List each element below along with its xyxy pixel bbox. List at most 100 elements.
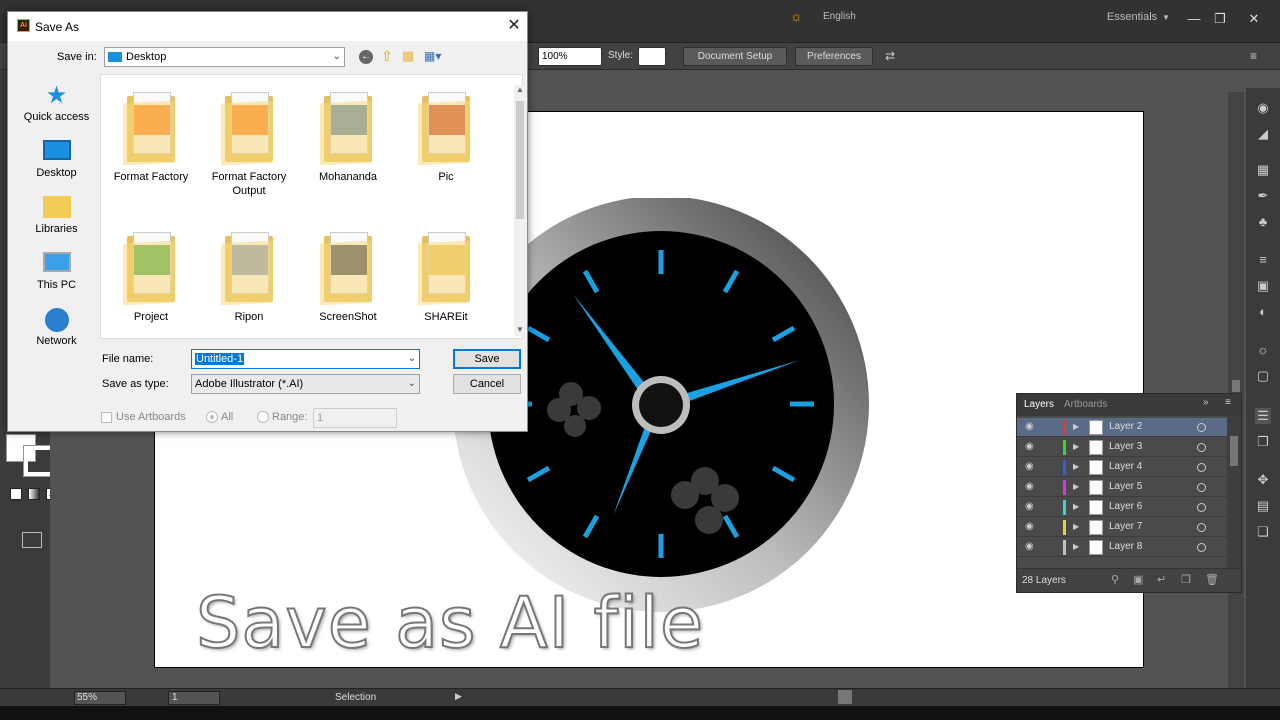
expand-arrow-icon[interactable]: ▶ [1073, 462, 1079, 471]
minimize-button[interactable]: — [1180, 8, 1208, 30]
target-icon[interactable] [1197, 483, 1206, 492]
preferences-button[interactable]: Preferences [795, 47, 873, 66]
collapse-icon[interactable]: » [1203, 397, 1209, 408]
scroll-down-icon[interactable]: ▼ [516, 325, 524, 334]
cancel-button[interactable]: Cancel [453, 374, 521, 394]
folder-item[interactable]: Format Factory Output [201, 88, 297, 198]
style-swatch[interactable] [638, 47, 666, 66]
color-mode-icon[interactable] [10, 488, 22, 500]
scroll-thumb[interactable] [516, 101, 524, 219]
file-name-input[interactable]: Untitled-1 ⌄ [191, 349, 420, 369]
expand-arrow-icon[interactable]: ▶ [1073, 442, 1079, 451]
image-trace-icon[interactable]: ◢ [1255, 126, 1271, 142]
close-window-button[interactable]: ✕ [1240, 8, 1268, 30]
all-radio[interactable] [206, 411, 218, 423]
layer-name[interactable]: Layer 4 [1109, 461, 1142, 472]
layer-name[interactable]: Layer 5 [1109, 481, 1142, 492]
target-icon[interactable] [1197, 443, 1206, 452]
tab-artboards[interactable]: Artboards [1064, 399, 1107, 410]
gradient-icon[interactable]: ▣ [1255, 278, 1271, 294]
place-libraries[interactable]: Libraries [13, 196, 100, 235]
place-this-pc[interactable]: This PC [13, 252, 100, 291]
symbols-icon[interactable]: ♣ [1255, 214, 1271, 230]
place-quick-access[interactable]: ★ Quick access [13, 84, 100, 124]
back-icon[interactable]: ← [359, 50, 373, 64]
swatches-icon[interactable]: ▦ [1255, 162, 1271, 178]
pathfinder-icon[interactable]: ❏ [1255, 524, 1271, 540]
visibility-eye-icon[interactable]: ◉ [1025, 501, 1034, 512]
layer-name[interactable]: Layer 3 [1109, 441, 1142, 452]
folder-item[interactable]: Format Factory [103, 88, 199, 184]
opacity-field[interactable]: 100% [538, 47, 602, 66]
status-menu-icon[interactable]: ▶ [455, 691, 462, 702]
expand-arrow-icon[interactable]: ▶ [1073, 522, 1079, 531]
target-icon[interactable] [1197, 423, 1206, 432]
layer-row[interactable]: ◉ ▶ Layer 5 [1017, 478, 1227, 497]
close-dialog-button[interactable]: ✕ [503, 16, 525, 36]
graphic-styles-icon[interactable]: ▢ [1255, 368, 1271, 384]
folder-item[interactable]: Mohananda [300, 88, 396, 184]
screen-mode-icon[interactable] [22, 532, 42, 548]
arrange-icon[interactable]: ⇄ [885, 49, 895, 63]
save-in-dropdown[interactable]: Desktop ⌄ [104, 47, 345, 67]
folder-item[interactable]: Pic [398, 88, 494, 184]
artboard-number-field[interactable]: 1 [168, 691, 220, 705]
layer-row[interactable]: ◉ ▶ Layer 7 [1017, 518, 1227, 537]
layer-name[interactable]: Layer 7 [1109, 521, 1142, 532]
scroll-thumb[interactable] [1230, 436, 1238, 466]
folder-item[interactable]: ScreenShot [300, 228, 396, 324]
range-radio[interactable] [257, 411, 269, 423]
color-guide-icon[interactable]: ◉ [1255, 100, 1271, 116]
target-icon[interactable] [1197, 463, 1206, 472]
visibility-eye-icon[interactable]: ◉ [1025, 521, 1034, 532]
target-icon[interactable] [1197, 523, 1206, 532]
layer-row[interactable]: ◉ ▶ Layer 4 [1017, 458, 1227, 477]
bridge-icon[interactable]: ☼ [790, 8, 803, 24]
folder-item[interactable]: SHAREit [398, 228, 494, 324]
visibility-eye-icon[interactable]: ◉ [1025, 481, 1034, 492]
layer-name[interactable]: Layer 2 [1109, 421, 1142, 432]
transform-icon[interactable]: ✥ [1255, 472, 1271, 488]
expand-arrow-icon[interactable]: ▶ [1073, 482, 1079, 491]
clipping-mask-icon[interactable]: ▣ [1133, 573, 1143, 586]
expand-arrow-icon[interactable]: ▶ [1073, 502, 1079, 511]
use-artboards-checkbox[interactable] [101, 412, 112, 423]
layers-icon[interactable]: ☰ [1255, 408, 1271, 424]
place-desktop[interactable]: Desktop [13, 140, 100, 179]
locate-object-icon[interactable]: ⚲ [1111, 573, 1119, 586]
appearance-icon[interactable]: ☼ [1255, 342, 1271, 358]
restore-button[interactable]: ❐ [1206, 8, 1234, 30]
vertical-scrollbar[interactable] [1228, 92, 1244, 688]
layer-name[interactable]: Layer 8 [1109, 541, 1142, 552]
chevron-down-icon[interactable]: ▼ [1162, 13, 1170, 22]
stroke-icon[interactable]: ≡ [1255, 252, 1271, 268]
target-icon[interactable] [1197, 503, 1206, 512]
align-icon[interactable]: ▤ [1255, 498, 1271, 514]
visibility-eye-icon[interactable]: ◉ [1025, 421, 1034, 432]
file-list-scrollbar[interactable]: ▲ ▼ [514, 85, 526, 336]
layer-name[interactable]: Layer 6 [1109, 501, 1142, 512]
scroll-up-icon[interactable]: ▲ [516, 85, 524, 94]
expand-arrow-icon[interactable]: ▶ [1073, 542, 1079, 551]
new-layer-icon[interactable]: ❐ [1181, 573, 1191, 586]
layer-row[interactable]: ◉ ▶ Layer 6 [1017, 498, 1227, 517]
document-setup-button[interactable]: Document Setup [683, 47, 787, 66]
layers-scrollbar[interactable] [1227, 416, 1241, 568]
trash-icon[interactable]: 🗑 [1205, 573, 1219, 586]
target-icon[interactable] [1197, 543, 1206, 552]
tab-layers[interactable]: Layers [1024, 399, 1054, 410]
artboards-icon[interactable]: ❐ [1255, 434, 1271, 450]
save-button[interactable]: Save [453, 349, 521, 369]
visibility-eye-icon[interactable]: ◉ [1025, 541, 1034, 552]
dialog-titlebar[interactable]: Ai Save As ✕ [8, 12, 527, 41]
zoom-field[interactable]: 55% [74, 691, 126, 705]
folder-item[interactable]: Project [103, 228, 199, 324]
visibility-eye-icon[interactable]: ◉ [1025, 441, 1034, 452]
chevron-down-icon[interactable]: ⌄ [408, 350, 416, 368]
scroll-thumb[interactable] [1232, 380, 1240, 392]
view-menu-icon[interactable]: ▦▾ [424, 49, 441, 63]
brushes-icon[interactable]: ✒ [1255, 188, 1271, 204]
save-as-type-dropdown[interactable]: Adobe Illustrator (*.AI) ⌄ [191, 374, 420, 394]
layer-row[interactable]: ◉ ▶ Layer 2 [1017, 418, 1227, 437]
panel-menu-icon[interactable]: ≡ [1225, 397, 1231, 408]
